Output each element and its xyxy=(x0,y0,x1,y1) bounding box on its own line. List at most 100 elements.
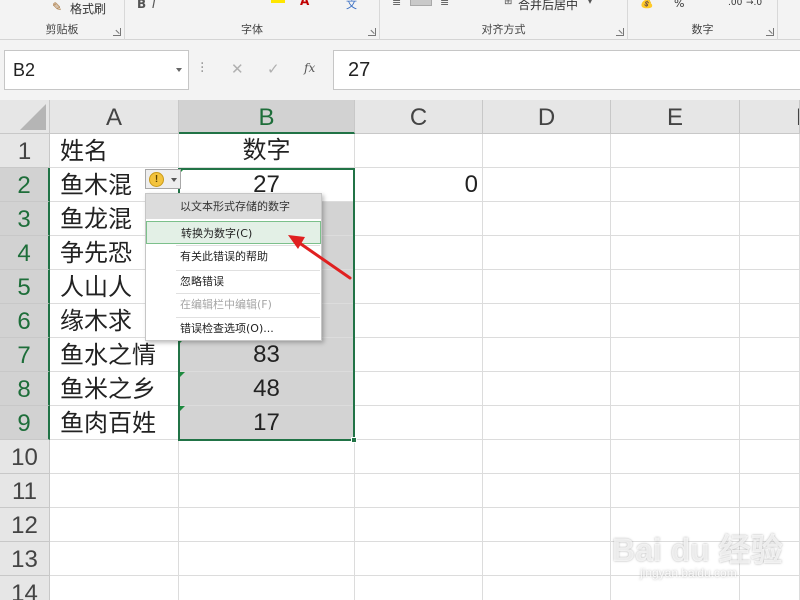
row-header-4[interactable]: 4 xyxy=(0,236,50,270)
cell-a7[interactable]: 鱼水之情 xyxy=(50,338,179,372)
row-header-8[interactable]: 8 xyxy=(0,372,50,406)
row-header-1[interactable]: 1 xyxy=(0,134,50,168)
error-help-item[interactable]: 有关此错误的帮助 xyxy=(146,245,321,268)
percent-button[interactable]: % xyxy=(674,0,684,10)
cell-a14[interactable] xyxy=(50,576,179,600)
number-launcher-icon[interactable] xyxy=(766,28,774,36)
cell-a9[interactable]: 鱼肉百姓 xyxy=(50,406,179,440)
cell-e5[interactable] xyxy=(611,270,740,304)
cell-e4[interactable] xyxy=(611,236,740,270)
cell-f3[interactable] xyxy=(740,202,800,236)
row-header-3[interactable]: 3 xyxy=(0,202,50,236)
cell-b7[interactable]: 83 xyxy=(179,338,355,372)
error-check-button[interactable]: ! xyxy=(145,169,181,189)
column-header-b[interactable]: B xyxy=(179,100,355,134)
cell-b10[interactable] xyxy=(179,440,355,474)
cell-e6[interactable] xyxy=(611,304,740,338)
highlight-icon[interactable] xyxy=(271,0,285,3)
phonetic-icon[interactable]: 文 xyxy=(346,0,357,12)
column-header-c[interactable]: C xyxy=(355,100,483,134)
cell-f9[interactable] xyxy=(740,406,800,440)
row-header-2[interactable]: 2 xyxy=(0,168,50,202)
cell-f7[interactable] xyxy=(740,338,800,372)
cell-f5[interactable] xyxy=(740,270,800,304)
merge-center-icon[interactable]: ⊞ xyxy=(504,0,512,7)
align-right-icon[interactable]: ≡ xyxy=(440,0,449,9)
format-painter-button[interactable]: 格式刷 xyxy=(70,0,106,17)
cell-d8[interactable] xyxy=(483,372,611,406)
fill-handle[interactable] xyxy=(351,437,357,443)
alignment-launcher-icon[interactable] xyxy=(616,28,624,36)
cell-d5[interactable] xyxy=(483,270,611,304)
cell-c9[interactable] xyxy=(355,406,483,440)
decrease-decimal-button[interactable]: →.0 xyxy=(746,0,762,8)
cell-b13[interactable] xyxy=(179,542,355,576)
bold-icon[interactable]: B xyxy=(137,0,146,11)
cell-f4[interactable] xyxy=(740,236,800,270)
cell-c3[interactable] xyxy=(355,202,483,236)
formula-input[interactable]: 27 xyxy=(333,50,800,90)
cell-a10[interactable] xyxy=(50,440,179,474)
cell-e11[interactable] xyxy=(611,474,740,508)
name-box-dropdown-icon[interactable] xyxy=(176,68,182,72)
clipboard-launcher-icon[interactable] xyxy=(113,28,121,36)
font-color-icon[interactable]: A xyxy=(300,0,309,8)
row-header-12[interactable]: 12 xyxy=(0,508,50,542)
cell-f10[interactable] xyxy=(740,440,800,474)
name-box[interactable]: B2 xyxy=(4,50,189,90)
cell-d12[interactable] xyxy=(483,508,611,542)
cell-a13[interactable] xyxy=(50,542,179,576)
cell-e7[interactable] xyxy=(611,338,740,372)
insert-function-icon[interactable]: fx xyxy=(304,61,315,75)
column-header-d[interactable]: D xyxy=(483,100,611,134)
row-header-6[interactable]: 6 xyxy=(0,304,50,338)
cell-a11[interactable] xyxy=(50,474,179,508)
cell-b12[interactable] xyxy=(179,508,355,542)
cell-f14[interactable] xyxy=(740,576,800,600)
increase-decimal-button[interactable]: .00 xyxy=(728,0,742,8)
merge-dropdown-icon[interactable]: ▾ xyxy=(588,0,592,6)
cell-f1[interactable] xyxy=(740,134,800,168)
cell-d14[interactable] xyxy=(483,576,611,600)
cell-c12[interactable] xyxy=(355,508,483,542)
cell-d13[interactable] xyxy=(483,542,611,576)
cell-f6[interactable] xyxy=(740,304,800,338)
cell-a8[interactable]: 鱼米之乡 xyxy=(50,372,179,406)
cell-d2[interactable] xyxy=(483,168,611,202)
cell-c7[interactable] xyxy=(355,338,483,372)
cancel-icon[interactable]: ✕ xyxy=(231,60,244,78)
row-header-9[interactable]: 9 xyxy=(0,406,50,440)
currency-icon[interactable]: 💰 xyxy=(640,0,654,9)
italic-icon[interactable]: I xyxy=(152,0,156,11)
cell-c11[interactable] xyxy=(355,474,483,508)
cell-b1[interactable]: 数字 xyxy=(179,134,355,168)
cell-d9[interactable] xyxy=(483,406,611,440)
cell-a12[interactable] xyxy=(50,508,179,542)
cell-d3[interactable] xyxy=(483,202,611,236)
row-header-5[interactable]: 5 xyxy=(0,270,50,304)
font-launcher-icon[interactable] xyxy=(368,28,376,36)
cell-b14[interactable] xyxy=(179,576,355,600)
cell-e10[interactable] xyxy=(611,440,740,474)
cell-f8[interactable] xyxy=(740,372,800,406)
formula-bar-splitter[interactable]: · · · xyxy=(200,57,204,79)
cell-e1[interactable] xyxy=(611,134,740,168)
cell-c4[interactable] xyxy=(355,236,483,270)
row-header-13[interactable]: 13 xyxy=(0,542,50,576)
cell-f2[interactable] xyxy=(740,168,800,202)
convert-to-number-item[interactable]: 转换为数字(C) xyxy=(146,221,321,244)
align-left-icon[interactable]: ≡ xyxy=(392,0,401,9)
cell-f11[interactable] xyxy=(740,474,800,508)
row-header-14[interactable]: 14 xyxy=(0,576,50,600)
cell-d7[interactable] xyxy=(483,338,611,372)
cell-d10[interactable] xyxy=(483,440,611,474)
column-header-e[interactable]: E xyxy=(611,100,740,134)
row-header-11[interactable]: 11 xyxy=(0,474,50,508)
format-painter-icon[interactable]: ✎ xyxy=(52,0,62,14)
ignore-error-item[interactable]: 忽略错误 xyxy=(146,270,321,293)
cell-c13[interactable] xyxy=(355,542,483,576)
error-checking-options-item[interactable]: 错误检查选项(O)... xyxy=(146,317,321,340)
align-center-icon[interactable] xyxy=(410,0,432,6)
column-header-a[interactable]: A xyxy=(50,100,179,134)
cell-c10[interactable] xyxy=(355,440,483,474)
